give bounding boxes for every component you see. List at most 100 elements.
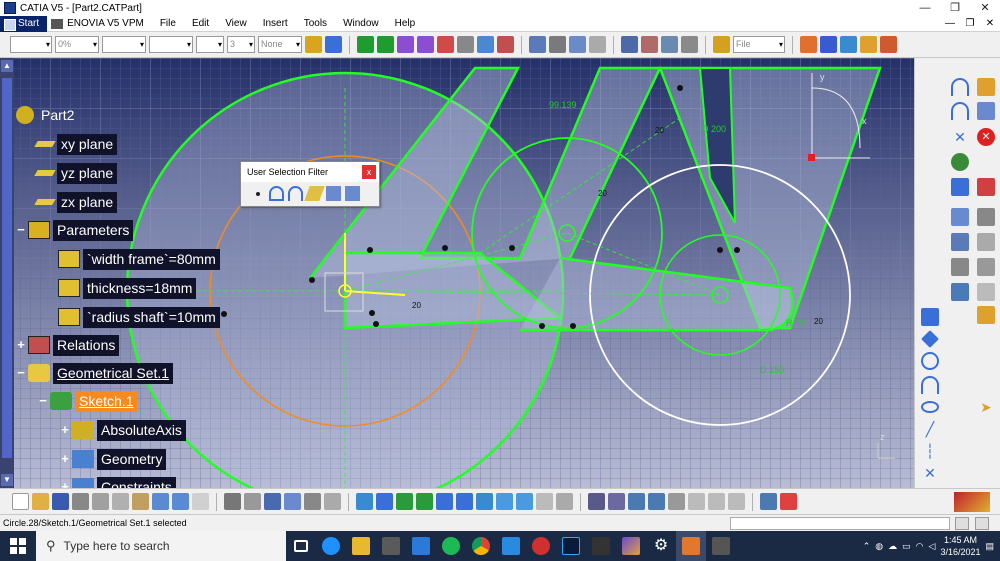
paste-icon[interactable]	[132, 493, 149, 510]
swap-visible-icon[interactable]	[556, 493, 573, 510]
line-thickness-combo[interactable]	[102, 36, 146, 53]
fillet-icon[interactable]	[977, 208, 995, 226]
tree-item-param-width-frame[interactable]: `width frame`=80mm	[58, 248, 220, 270]
taskbar-app-spotify[interactable]	[436, 531, 466, 561]
point-filter-icon[interactable]	[256, 191, 260, 196]
dim-r10[interactable]: R 10	[786, 318, 805, 328]
notification-icon[interactable]: ▤	[985, 541, 994, 552]
tree-item-constraints[interactable]: + Constraints	[60, 476, 176, 488]
menu-view[interactable]: View	[217, 16, 255, 32]
taskbar-app-calculator[interactable]	[706, 531, 736, 561]
volume-icon[interactable]: ◁	[929, 541, 936, 552]
cut-part-icon[interactable]	[688, 493, 705, 510]
tree-root[interactable]: Part2	[16, 104, 78, 126]
minimize-button[interactable]: —	[910, 0, 940, 16]
polygon-icon[interactable]	[921, 330, 939, 348]
tree-item-label[interactable]: Constraints	[97, 476, 176, 488]
comment-icon[interactable]	[244, 493, 261, 510]
hide-show-icon[interactable]	[589, 36, 606, 53]
arc-filter-icon[interactable]	[288, 186, 303, 201]
paint-brush-icon[interactable]	[305, 36, 322, 53]
clock[interactable]: 1:45 AM 3/16/2021	[940, 534, 980, 558]
table-tool-icon[interactable]	[264, 493, 281, 510]
formula-fx-icon[interactable]	[224, 493, 241, 510]
menu-start[interactable]: Start	[0, 15, 48, 32]
painter-icon[interactable]	[325, 36, 342, 53]
doc-restore-button[interactable]: ❐	[960, 18, 980, 29]
geometric-constraints-icon[interactable]	[860, 36, 877, 53]
taskbar-app-chat[interactable]	[526, 531, 556, 561]
taskbar-app-settings[interactable]: ⚙	[646, 531, 676, 561]
snap-grid-icon[interactable]	[820, 36, 837, 53]
surface-filter-icon[interactable]	[304, 186, 325, 201]
tree-item-label[interactable]: yz plane	[57, 162, 118, 184]
tree-item-zx-plane[interactable]: zx plane	[34, 191, 118, 213]
battery-icon[interactable]: ▭	[902, 541, 911, 552]
rotate-sketch-icon[interactable]	[977, 258, 995, 276]
fly-mode-icon[interactable]	[457, 36, 474, 53]
network-icon[interactable]: ◍	[875, 541, 883, 552]
hide-show-tool-icon[interactable]	[536, 493, 553, 510]
symmetry-icon[interactable]	[977, 233, 995, 251]
cut-icon[interactable]	[92, 493, 109, 510]
cloud-icon[interactable]: ☁	[888, 541, 897, 552]
menu-edit[interactable]: Edit	[184, 16, 217, 32]
task-view-button[interactable]	[286, 531, 316, 561]
hierarchy-icon[interactable]	[284, 493, 301, 510]
tree-item-label[interactable]: AbsoluteAxis	[97, 419, 186, 441]
feature-filter-icon[interactable]	[345, 186, 360, 201]
doc-close-button[interactable]: ✕	[980, 18, 1000, 29]
menu-enovia[interactable]: ENOVIA V5 VPM	[47, 16, 152, 32]
parameters-tool-icon[interactable]	[324, 493, 341, 510]
three-point-arc-icon[interactable]	[951, 102, 969, 120]
normal-view-icon[interactable]	[437, 36, 454, 53]
pdf-icon[interactable]	[977, 178, 995, 196]
exit-workbench-icon[interactable]	[780, 493, 797, 510]
zoom-in-tool-icon[interactable]	[436, 493, 453, 510]
tree-item-param-thickness[interactable]: thickness=18mm	[58, 277, 197, 299]
expand-icon[interactable]: +	[60, 423, 70, 436]
expand-icon[interactable]: +	[60, 452, 70, 465]
line-icon[interactable]: ╱	[921, 420, 939, 438]
taskbar-app-edge[interactable]	[316, 531, 346, 561]
tree-item-label[interactable]: `width frame`=80mm	[83, 248, 220, 270]
3d-viewport[interactable]: 99.139 D 200 D 150 R 10 20 20 20 20 y x …	[0, 58, 914, 488]
layer-combo[interactable]: 3	[227, 36, 255, 53]
volume-filter-icon[interactable]	[326, 186, 341, 201]
taskbar-app-mail[interactable]	[406, 531, 436, 561]
collapse-icon[interactable]: −	[16, 223, 26, 236]
redo-icon[interactable]	[172, 493, 189, 510]
constraint-icon[interactable]	[588, 493, 605, 510]
whats-this-icon[interactable]	[192, 493, 209, 510]
print-icon[interactable]	[72, 493, 89, 510]
tree-item-geometrical-set[interactable]: − Geometrical Set.1	[16, 362, 174, 384]
copy-icon[interactable]	[112, 493, 129, 510]
law-icon[interactable]	[661, 36, 678, 53]
circle-icon[interactable]	[951, 153, 969, 171]
command-input[interactable]	[730, 517, 950, 530]
walk-icon[interactable]	[477, 36, 494, 53]
collapse-icon[interactable]: −	[16, 366, 26, 379]
windows-start-button[interactable]	[0, 531, 36, 561]
stop-icon[interactable]: ✕	[977, 128, 995, 146]
open-folder-icon[interactable]	[713, 36, 730, 53]
auto-constraint-icon[interactable]	[608, 493, 625, 510]
open-icon[interactable]	[32, 493, 49, 510]
construction-point-icon[interactable]: ✕	[921, 464, 939, 482]
close-button[interactable]: ✕	[970, 0, 1000, 16]
tree-item-label[interactable]: Geometrical Set.1	[53, 362, 174, 384]
grid-icon[interactable]	[800, 36, 817, 53]
pan-tool-icon[interactable]	[396, 493, 413, 510]
file-combo[interactable]: File	[733, 36, 785, 53]
status-button-1[interactable]	[955, 517, 969, 530]
translate-icon[interactable]	[951, 258, 969, 276]
low-light-icon[interactable]	[728, 493, 745, 510]
zoom-in-icon[interactable]	[397, 36, 414, 53]
taskbar-app-catia[interactable]	[676, 531, 706, 561]
tree-item-relations[interactable]: + Relations	[16, 334, 120, 356]
project-icon[interactable]	[977, 306, 995, 324]
knowledge-icon[interactable]	[621, 36, 638, 53]
constraint-value-4[interactable]: 20	[814, 317, 823, 326]
measure-icon[interactable]	[529, 36, 546, 53]
dim-99-139[interactable]: 99.139	[549, 100, 577, 110]
